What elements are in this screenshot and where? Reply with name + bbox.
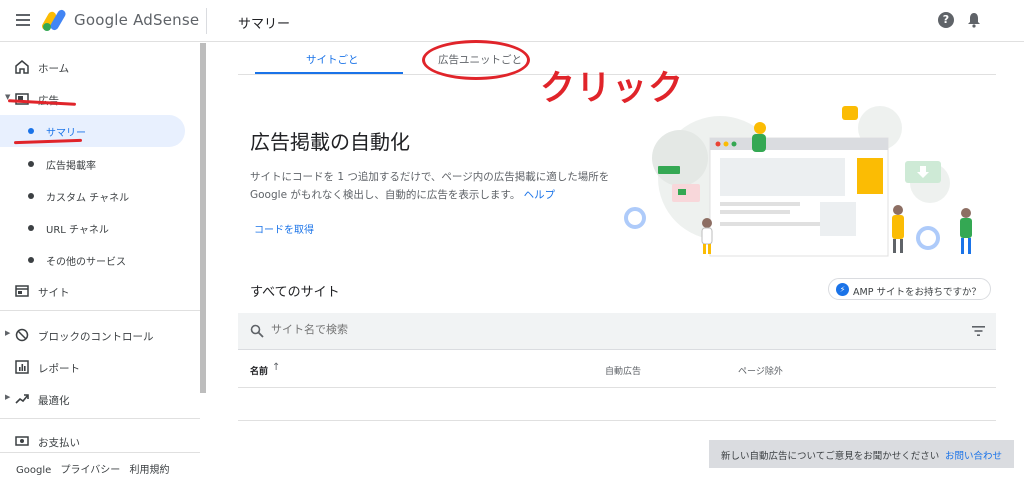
- lightning-icon: ⚡: [836, 283, 849, 296]
- reports-icon: [15, 360, 29, 374]
- block-icon: [15, 328, 29, 342]
- tab-underline: [255, 72, 403, 74]
- feedback-text: 新しい自動広告についてご意見をお聞かせください: [721, 451, 940, 462]
- filter-icon[interactable]: [972, 326, 985, 336]
- get-code-button[interactable]: コードを取得: [254, 221, 314, 236]
- trending-up-icon: [15, 394, 29, 404]
- hero-description-text: サイトにコードを 1 つ追加するだけで、ページ内の広告掲載に適した場所を Goo…: [250, 171, 610, 201]
- all-sites-heading: すべてのサイト: [250, 285, 340, 300]
- sidebar-item-other-services[interactable]: その他のサービス: [0, 244, 200, 274]
- sort-arrow-up-icon[interactable]: ↑: [272, 362, 280, 373]
- sidebar-item-ads[interactable]: ▼ 広告: [0, 84, 200, 114]
- privacy-link[interactable]: プライバシー: [60, 465, 120, 476]
- sidebar-divider: [0, 452, 200, 453]
- bell-icon[interactable]: [966, 12, 982, 28]
- amp-sites-button[interactable]: ⚡ AMP サイトをお持ちですか？: [828, 278, 991, 300]
- hero-description: サイトにコードを 1 つ追加するだけで、ページ内の広告掲載に適した場所を Goo…: [250, 168, 620, 204]
- sidebar-item-label: 最適化: [38, 395, 70, 407]
- sidebar-footer: Google プライバシー 利用規約: [16, 461, 175, 476]
- contact-us-link[interactable]: お問い合わせ: [945, 448, 1002, 462]
- sidebar-item-label: ブロックのコントロール: [38, 331, 154, 343]
- tab-by-site[interactable]: サイトごと: [306, 52, 359, 67]
- bullet-icon: [28, 257, 34, 263]
- sidebar-item-label: ホーム: [38, 63, 70, 75]
- amp-button-label: AMP サイトをお持ちですか？: [853, 287, 981, 298]
- sidebar-item-sites[interactable]: サイト: [0, 276, 200, 306]
- topbar-divider: [206, 8, 207, 34]
- site-search-input[interactable]: [271, 323, 671, 336]
- sidebar-item-label: 広告掲載率: [46, 161, 96, 172]
- payments-icon: [15, 436, 29, 446]
- hero-title: 広告掲載の自動化: [250, 130, 410, 154]
- site-search-bar: [238, 313, 996, 350]
- sidebar-item-label: お支払い: [38, 437, 80, 449]
- caret-right-icon: ▶: [5, 329, 11, 337]
- sidebar-item-coverage[interactable]: 広告掲載率: [0, 148, 200, 178]
- page-title: サマリー: [238, 17, 291, 32]
- google-link[interactable]: Google: [16, 465, 51, 476]
- sidebar-item-custom-channels[interactable]: カスタム チャネル: [0, 180, 200, 210]
- column-header-name[interactable]: 名前: [250, 364, 268, 377]
- menu-icon[interactable]: [16, 14, 30, 26]
- auto-ads-illustration: [624, 106, 972, 257]
- annotation-circle: [422, 40, 530, 80]
- sidebar-item-reports[interactable]: レポート: [0, 352, 200, 382]
- home-icon: [15, 60, 29, 74]
- sites-icon: [15, 285, 29, 297]
- sidebar-scrollbar[interactable]: [200, 43, 206, 393]
- sidebar-item-label: URL チャネル: [46, 225, 109, 236]
- top-bar: Google AdSense サマリー ?: [0, 0, 1024, 42]
- sites-table-header: 名前 ↑ 自動広告 ページ除外: [238, 351, 996, 388]
- bullet-icon: [28, 225, 34, 231]
- sidebar-item-label: サマリー: [46, 128, 86, 139]
- sidebar-item-label: カスタム チャネル: [46, 193, 130, 204]
- column-header-auto-ads: 自動広告: [605, 367, 642, 377]
- sidebar-item-label: その他のサービス: [46, 257, 126, 268]
- help-icon[interactable]: ?: [938, 12, 954, 28]
- help-link[interactable]: ヘルプ: [524, 189, 556, 201]
- bullet-icon: [28, 161, 34, 167]
- sidebar-item-url-channels[interactable]: URL チャネル: [0, 212, 200, 242]
- caret-right-icon: ▶: [5, 393, 11, 401]
- search-icon: [250, 324, 264, 338]
- sidebar-item-home[interactable]: ホーム: [0, 52, 200, 82]
- sidebar-item-blocking-controls[interactable]: ▶ ブロックのコントロール: [0, 320, 200, 350]
- adsense-logo-icon: [42, 9, 66, 31]
- sidebar-divider: [0, 310, 200, 311]
- bullet-icon: [28, 128, 34, 134]
- app-logo-text: Google AdSense: [74, 11, 200, 29]
- table-bottom-divider: [238, 420, 996, 421]
- sidebar-divider: [0, 418, 200, 419]
- sidebar-item-optimization[interactable]: ▶ 最適化: [0, 384, 200, 414]
- terms-link[interactable]: 利用規約: [129, 465, 169, 476]
- bullet-icon: [28, 193, 34, 199]
- column-header-page-exclusions: ページ除外: [738, 367, 783, 377]
- sidebar-item-label: サイト: [38, 287, 70, 299]
- feedback-snackbar: 新しい自動広告についてご意見をお聞かせください お問い合わせ: [709, 440, 1014, 468]
- sidebar-item-label: レポート: [38, 363, 80, 375]
